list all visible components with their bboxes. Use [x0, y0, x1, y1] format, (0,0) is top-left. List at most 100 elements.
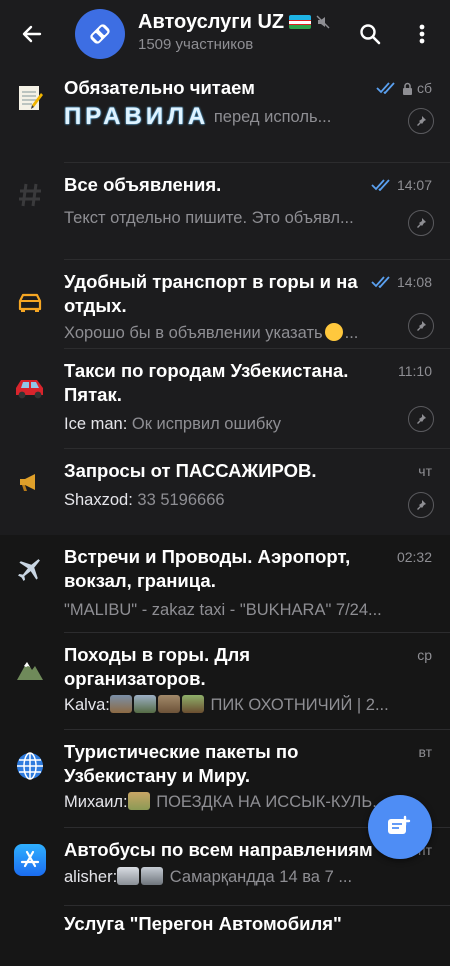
- chat-row-mountain-hikes[interactable]: Походы в горы. Для организаторов. ср Kal…: [0, 633, 450, 730]
- chat-row-taxi[interactable]: Такси по городам Узбекистана. Пятак. 11:…: [0, 349, 450, 449]
- chat-title: Услуга "Перегон Автомобиля": [64, 913, 342, 934]
- photo-thumbnail: [117, 867, 140, 885]
- chat-sender: Shaxzod:: [64, 491, 133, 509]
- chat-sender: Михаил:: [64, 793, 128, 811]
- hashtag-icon: [10, 175, 50, 215]
- pin-icon: [408, 313, 434, 339]
- chat-preview: Текст отдельно пишите. Это объявл...: [64, 209, 354, 227]
- page-title: Автоуслуги UZ: [138, 10, 348, 34]
- chat-time: сб: [416, 80, 432, 96]
- chat-sender: Kalva:: [64, 696, 110, 714]
- chat-row-passenger-requests[interactable]: Запросы от ПАССАЖИРОВ. чт Shaxzod: 33 51…: [0, 449, 450, 535]
- chat-preview-text: Хорошо бы в объявлении указать: [64, 324, 323, 342]
- photo-thumbnail: [157, 695, 180, 713]
- megaphone-icon: [10, 462, 50, 502]
- group-name: Автоуслуги UZ: [138, 11, 285, 33]
- chat-meta: чт: [418, 463, 432, 479]
- new-post-button[interactable]: [368, 795, 432, 859]
- chat-time: 11:10: [398, 363, 432, 379]
- header-title-block[interactable]: Автоуслуги UZ 1509 участников: [138, 10, 348, 56]
- chat-title: Запросы от ПАССАЖИРОВ.: [64, 460, 317, 481]
- chat-meta: сб: [376, 80, 432, 96]
- chat-title: Обязательно читаем: [64, 77, 255, 98]
- chat-time: 14:08: [396, 274, 432, 290]
- chat-preview: Shaxzod: 33 5196666: [64, 489, 394, 511]
- chat-row-car-transfer[interactable]: Услуга "Перегон Автомобиля": [0, 906, 450, 966]
- pin-icon: [408, 108, 434, 134]
- chat-time: ср: [417, 647, 432, 663]
- chat-row-rules[interactable]: Обязательно читаем сб ПРАВИЛА перед испо…: [0, 66, 450, 163]
- chat-sender: alisher:: [64, 868, 118, 886]
- smile-emoji-icon: [324, 323, 343, 341]
- chat-title: Все объявления.: [64, 174, 222, 195]
- car-icon: [10, 916, 50, 956]
- member-count: 1509 участников: [138, 36, 254, 53]
- red-car-icon: [10, 367, 50, 407]
- chat-preview: "MALIBU" - zakaz taxi - "BUKHARA" 7/24..…: [64, 601, 382, 619]
- chat-title: Встречи и Проводы. Аэропорт, вокзал, гра…: [64, 546, 351, 591]
- chat-preview-text: ПОЕЗДКА НА ИССЫК-КУЛЬ...: [156, 793, 386, 811]
- car-outline-icon: [10, 282, 50, 322]
- chat-preview-suffix: ...: [344, 324, 359, 342]
- chat-preview-text: Ок испрвил ошибку: [131, 415, 282, 433]
- pin-icon: [408, 492, 434, 518]
- muted-icon: [316, 15, 330, 29]
- compose-icon: [388, 815, 411, 834]
- chat-preview-text: 33 5196666: [137, 491, 225, 509]
- chat-meta: вт: [418, 744, 432, 760]
- more-menu-button[interactable]: [402, 14, 442, 54]
- chat-preview-text: Самарқандда 14 ва 7 ...: [169, 868, 353, 886]
- back-button[interactable]: [12, 14, 52, 54]
- chat-preview: ПРАВИЛА перед исполь...: [64, 106, 394, 128]
- double-check-icon: [371, 179, 390, 191]
- photo-thumbnail: [109, 695, 132, 713]
- chat-title: Автобусы по всем направлениям: [64, 839, 373, 860]
- chat-preview: Хорошо бы в объявлении указать...: [64, 322, 394, 344]
- group-avatar[interactable]: [75, 9, 125, 59]
- uzbekistan-flag-icon: [289, 15, 312, 29]
- photo-thumbnail: [141, 867, 164, 885]
- car-diagonal-icon: [90, 24, 110, 44]
- search-button[interactable]: [350, 14, 390, 54]
- chat-header: Автоуслуги UZ 1509 участников: [0, 0, 450, 66]
- pin-icon: [408, 406, 434, 432]
- photo-thumbnail: [133, 695, 156, 713]
- chat-time: вт: [418, 744, 432, 760]
- chat-title: Удобный транспорт в горы и на отдых.: [64, 271, 358, 316]
- more-vertical-icon: [419, 24, 425, 44]
- memo-icon: [10, 78, 50, 118]
- double-check-icon: [376, 82, 395, 94]
- chat-preview: alisher: Самарқандда 14 ва 7 ...: [64, 866, 394, 888]
- chat-row-transport[interactable]: Удобный транспорт в горы и на отдых. 14:…: [0, 260, 450, 349]
- chat-meta: 02:32: [397, 549, 432, 565]
- chat-meta: 14:08: [371, 274, 432, 290]
- chat-preview: Ice man: Ок испрвил ошибку: [64, 413, 394, 435]
- globe-icon: [10, 746, 50, 786]
- photo-thumbnail: [127, 792, 150, 810]
- chat-meta: 11:10: [398, 363, 432, 379]
- pin-icon: [408, 210, 434, 236]
- chat-preview-text: перед исполь...: [213, 108, 332, 126]
- chat-title: Походы в горы. Для организаторов.: [64, 644, 251, 689]
- chat-meta: 14:07: [371, 177, 432, 193]
- rules-banner-text: ПРАВИЛА: [64, 106, 210, 128]
- chat-title: Такси по городам Узбекистана. Пятак.: [64, 360, 349, 405]
- lock-icon: [402, 82, 412, 95]
- chat-time: 02:32: [396, 549, 432, 565]
- chat-time: чт: [418, 463, 432, 479]
- app-store-icon: [10, 840, 50, 880]
- railway-emoji-icon: [181, 695, 204, 713]
- chat-title: Туристические пакеты по Узбекистану и Ми…: [64, 741, 299, 786]
- airplane-icon: [10, 549, 50, 589]
- chat-row-all-ads[interactable]: Все объявления. 14:07 Текст отдельно пиш…: [0, 163, 450, 260]
- chat-row-airport-transfers[interactable]: Встречи и Проводы. Аэропорт, вокзал, гра…: [0, 535, 450, 633]
- chat-sender: Ice man:: [64, 415, 128, 433]
- search-icon: [360, 24, 381, 45]
- chat-meta: ср: [417, 647, 432, 663]
- mountain-icon: [10, 649, 50, 689]
- chat-preview: Михаил: ПОЕЗДКА НА ИССЫК-КУЛЬ...: [64, 791, 394, 813]
- arrow-left-icon: [22, 25, 42, 43]
- chat-preview-text: ПИК ОХОТНИЧИЙ | 2...: [210, 696, 389, 714]
- double-check-icon: [371, 276, 390, 288]
- chat-time: 14:07: [396, 177, 432, 193]
